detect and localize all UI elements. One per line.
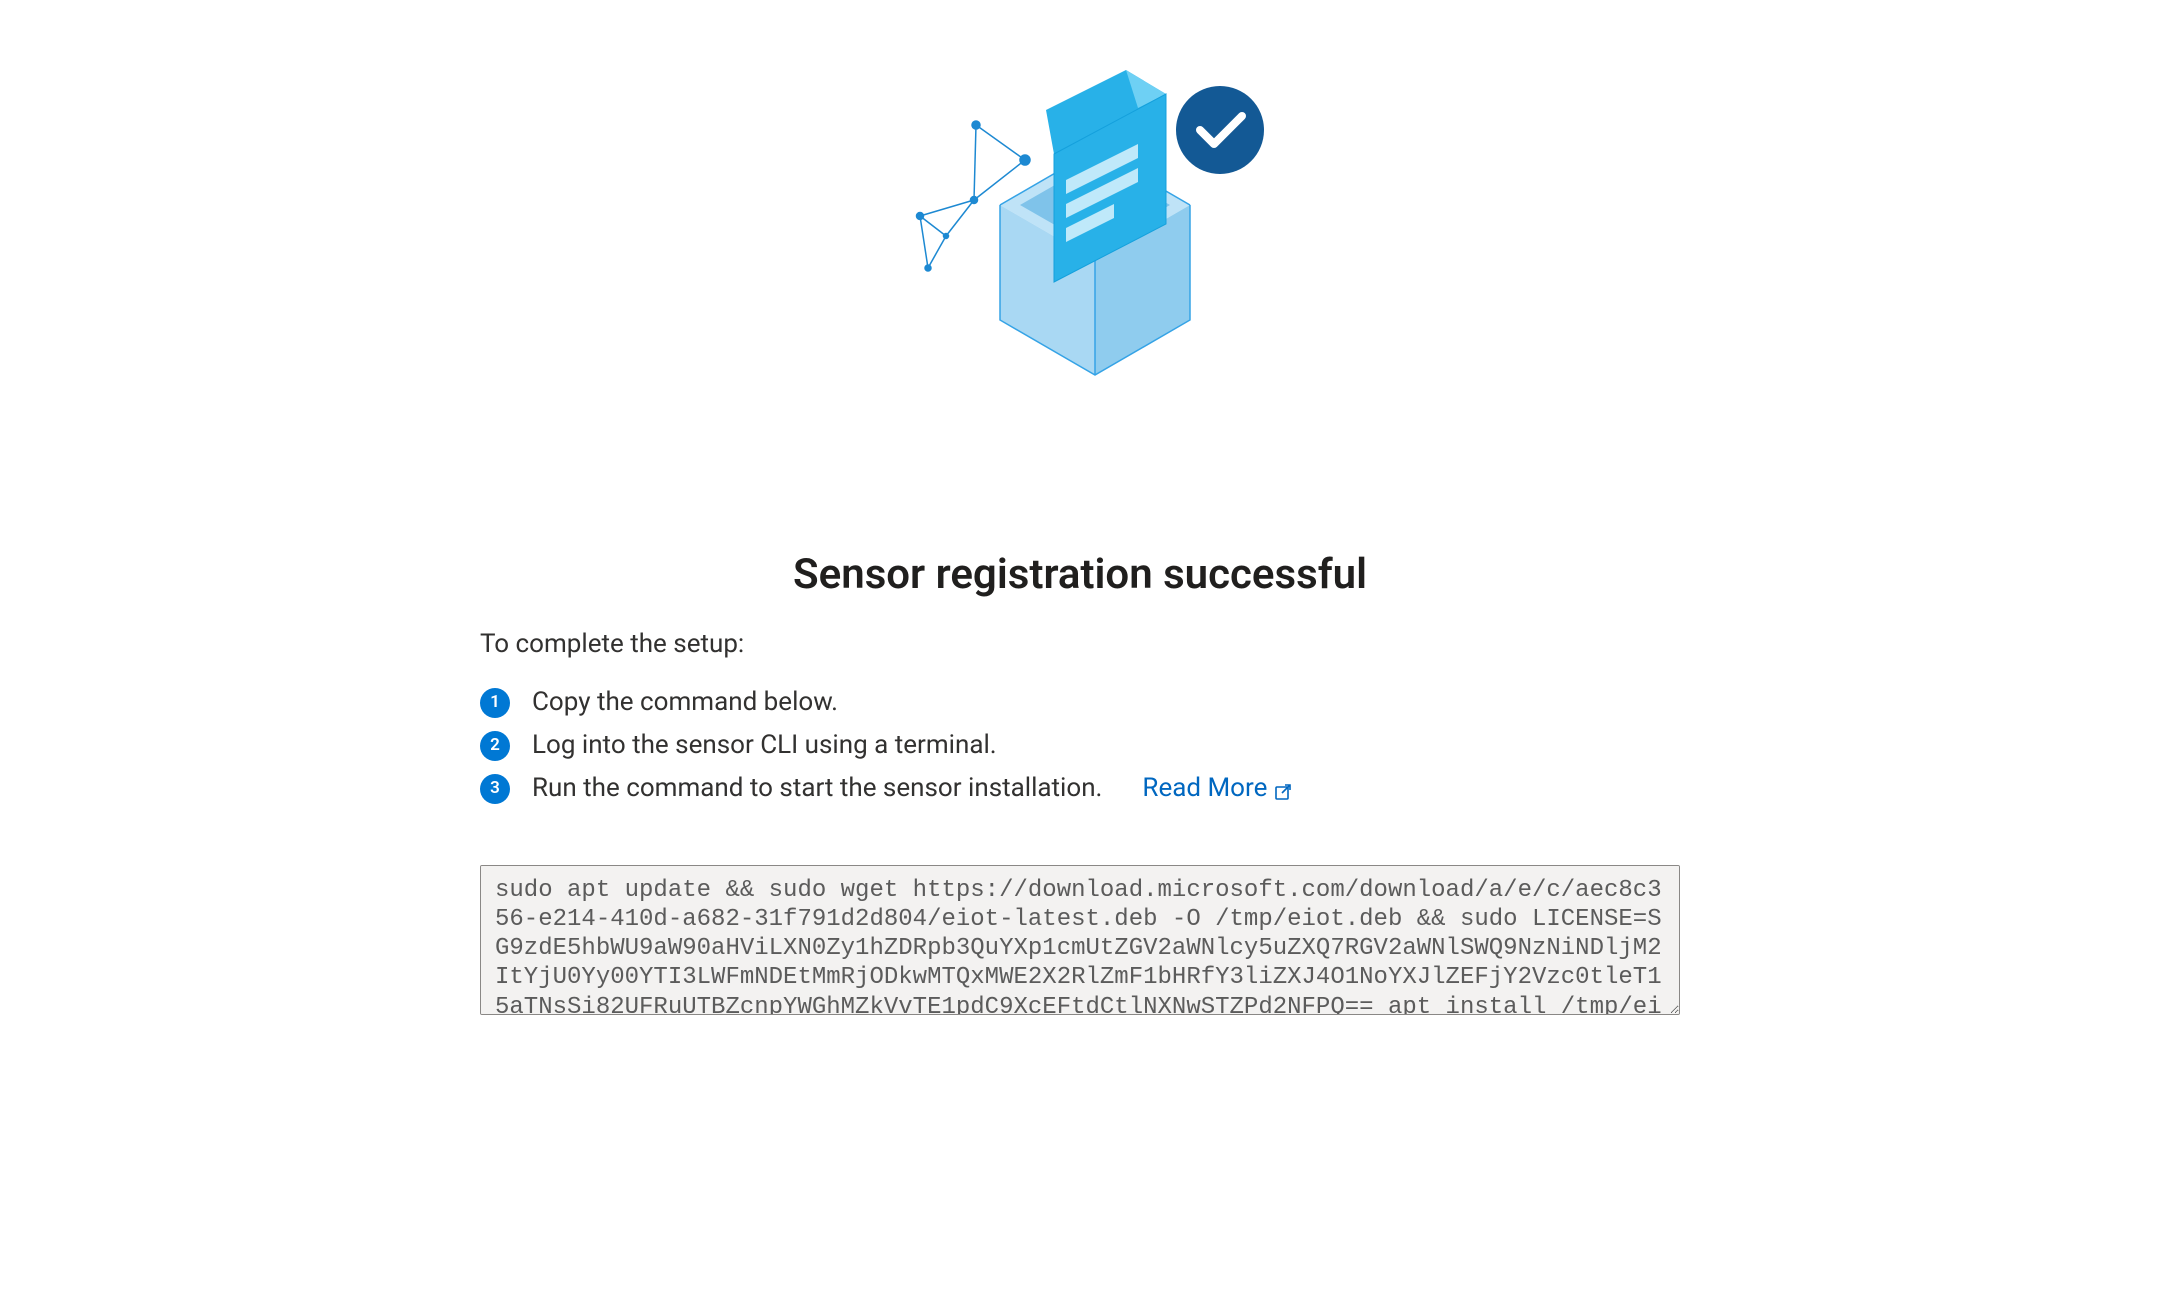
step-bullet-1: 1 (480, 688, 510, 718)
step-2-text: Log into the sensor CLI using a terminal… (532, 730, 997, 761)
registration-success-icon (870, 70, 1290, 420)
step-bullet-3: 3 (480, 774, 510, 804)
steps-list: 1 Copy the command below. 2 Log into the… (480, 687, 1680, 805)
checkmark-icon (1176, 86, 1264, 174)
content: To complete the setup: 1 Copy the comman… (480, 629, 1680, 1019)
external-link-icon (1273, 779, 1293, 799)
step-3-text: Run the command to start the sensor inst… (532, 773, 1102, 804)
intro-text: To complete the setup: (480, 629, 1680, 659)
read-more-label: Read More (1142, 773, 1267, 804)
step-1-text: Copy the command below. (532, 687, 838, 718)
page: Sensor registration successful To comple… (0, 0, 2160, 1059)
install-command-textarea[interactable] (480, 865, 1680, 1015)
step-3: 3 Run the command to start the sensor in… (480, 773, 1680, 804)
step-1: 1 Copy the command below. (480, 687, 1680, 718)
hero-illustration (0, 70, 2160, 420)
read-more-link[interactable]: Read More (1142, 773, 1293, 804)
page-title: Sensor registration successful (0, 550, 2160, 599)
step-bullet-2: 2 (480, 731, 510, 761)
step-2: 2 Log into the sensor CLI using a termin… (480, 730, 1680, 761)
command-container (480, 865, 1680, 1019)
